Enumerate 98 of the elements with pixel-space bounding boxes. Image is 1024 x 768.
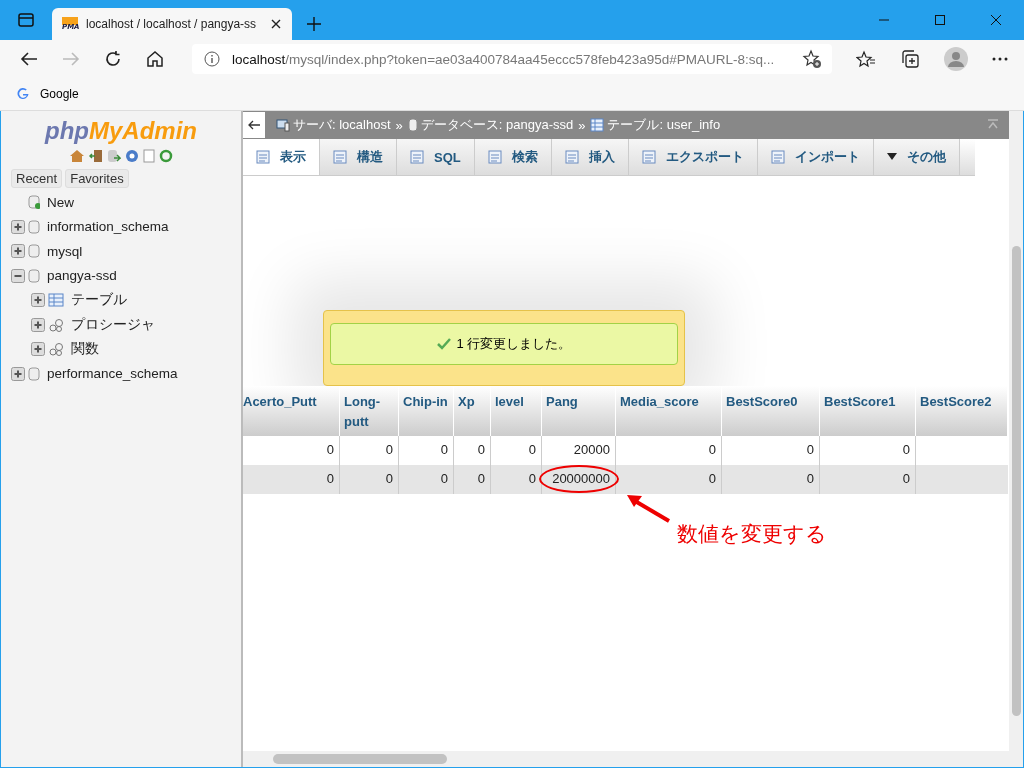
column-header[interactable]: Acerto_Putt: [243, 386, 340, 436]
tab-icon: [641, 150, 656, 164]
table-cell: 0: [399, 465, 454, 494]
profile-icon[interactable]: [944, 47, 968, 71]
annotation-arrow: [625, 493, 671, 523]
menu-tab[interactable]: 表示: [243, 139, 320, 175]
exit-door-icon[interactable]: [89, 149, 103, 163]
tab-icon: [410, 150, 424, 164]
tree-item[interactable]: プロシージャ: [71, 315, 155, 334]
google-logo-icon: [16, 87, 30, 101]
tab-title: localhost / localhost / pangya-ss: [86, 17, 258, 31]
expand-toggle-icon[interactable]: [11, 268, 25, 283]
info-icon[interactable]: [204, 51, 220, 67]
close-icon[interactable]: [990, 14, 1002, 26]
phpmyadmin-logo: phpMyAdmin: [43, 117, 198, 145]
favorites-icon[interactable]: [856, 50, 876, 68]
tree-item[interactable]: New: [47, 194, 74, 210]
table-cell: 0: [820, 465, 916, 494]
table-icon: [590, 118, 605, 132]
table-cell: 0: [491, 465, 542, 494]
column-header[interactable]: Chip-in: [399, 386, 454, 436]
tab-actions-icon[interactable]: [18, 12, 34, 28]
database-icon: [28, 219, 40, 234]
column-header[interactable]: Pang: [542, 386, 616, 436]
add-favorite-icon[interactable]: [802, 49, 822, 69]
menu-tab[interactable]: 検索: [474, 139, 552, 175]
column-header[interactable]: Media_score: [616, 386, 722, 436]
back-arrow-icon[interactable]: [247, 120, 261, 130]
table-cell: 0: [616, 465, 722, 494]
menu-tab[interactable]: 挿入: [551, 139, 629, 175]
message-text: 1 行変更しました。: [456, 335, 572, 353]
tab-icon: [256, 150, 270, 164]
maximize-icon[interactable]: [934, 14, 946, 26]
gears-icon: [48, 342, 64, 357]
database-icon: [28, 195, 40, 210]
column-header[interactable]: BestScore1: [820, 386, 916, 436]
expand-toggle-icon[interactable]: [31, 317, 45, 332]
tree-item[interactable]: information_schema: [47, 219, 169, 235]
database-icon: [28, 268, 40, 283]
tab-icon: [333, 150, 347, 164]
table-cell: 0: [722, 465, 820, 494]
server-icon: [276, 118, 290, 132]
menu-tab[interactable]: インポート: [757, 139, 874, 175]
tree-item[interactable]: performance_schema: [47, 366, 178, 382]
tree-item[interactable]: 関数: [71, 340, 99, 359]
breadcrumb-separator: »: [578, 117, 586, 133]
reload-icon[interactable]: [159, 149, 173, 163]
database-arrow-icon[interactable]: [107, 149, 121, 163]
breadcrumb-separator: »: [395, 117, 403, 133]
database-icon: [407, 118, 418, 132]
menu-tab[interactable]: SQL: [397, 139, 475, 175]
database-icon: [28, 366, 40, 381]
expand-toggle-icon[interactable]: [11, 244, 25, 259]
close-icon[interactable]: [270, 18, 282, 30]
collections-icon[interactable]: [900, 49, 920, 69]
more-icon[interactable]: [992, 57, 1008, 61]
menu-tab[interactable]: 構造: [320, 139, 397, 175]
breadcrumb-link[interactable]: データベース: pangya-ssd: [420, 116, 574, 134]
expand-toggle-icon[interactable]: [11, 219, 25, 234]
table-icon: [48, 293, 64, 308]
database-icon: [28, 244, 40, 259]
scrollbar-thumb[interactable]: [273, 754, 447, 764]
column-header[interactable]: level: [491, 386, 542, 436]
table-cell: 0: [454, 465, 491, 494]
tree-item[interactable]: pangya-ssd: [47, 268, 117, 284]
annotation-text: 数値を変更する: [677, 521, 827, 547]
help-icon[interactable]: [125, 149, 139, 163]
expand-toggle-icon[interactable]: [31, 293, 45, 308]
tab-icon: [770, 150, 785, 164]
expand-toggle-icon[interactable]: [11, 366, 25, 381]
bookmark-link[interactable]: Google: [16, 87, 79, 101]
tree-item[interactable]: mysql: [47, 243, 83, 259]
address-bar[interactable]: localhost/mysql/index.php?token=ae03a400784aa45eccc578feb423a95d#PMAURL-8:sq...: [192, 44, 832, 74]
column-header[interactable]: Long-putt: [340, 386, 399, 436]
caret-icon: [886, 153, 897, 161]
gears-icon: [48, 317, 64, 332]
expand-toggle-icon[interactable]: [31, 342, 45, 357]
sidebar-tab-button[interactable]: Favorites: [65, 169, 129, 188]
checkmark-icon: [436, 338, 451, 350]
table-cell: 0: [243, 465, 340, 494]
tree-item[interactable]: テーブル: [71, 291, 127, 310]
table-cell: 20000000: [542, 465, 616, 494]
tab-icon: [564, 150, 579, 164]
table-cell: 0: [340, 465, 399, 494]
column-header[interactable]: BestScore2: [916, 386, 1008, 436]
scrollbar-thumb[interactable]: [1011, 246, 1021, 716]
breadcrumb-link[interactable]: サーバ: localhost: [293, 116, 391, 134]
column-header[interactable]: BestScore0: [722, 386, 820, 436]
column-header[interactable]: Xp: [454, 386, 491, 436]
back-icon[interactable]: [20, 51, 38, 67]
new-tab-icon[interactable]: [306, 16, 322, 32]
tab-icon: [487, 150, 502, 164]
home-icon[interactable]: [146, 50, 164, 68]
menu-tab[interactable]: その他: [873, 139, 960, 175]
refresh-icon[interactable]: [104, 50, 122, 68]
menu-tab[interactable]: エクスポート: [628, 139, 758, 175]
sidebar-tab-button[interactable]: Recent: [11, 169, 63, 188]
breadcrumb-link[interactable]: テーブル: user_info: [607, 116, 721, 134]
